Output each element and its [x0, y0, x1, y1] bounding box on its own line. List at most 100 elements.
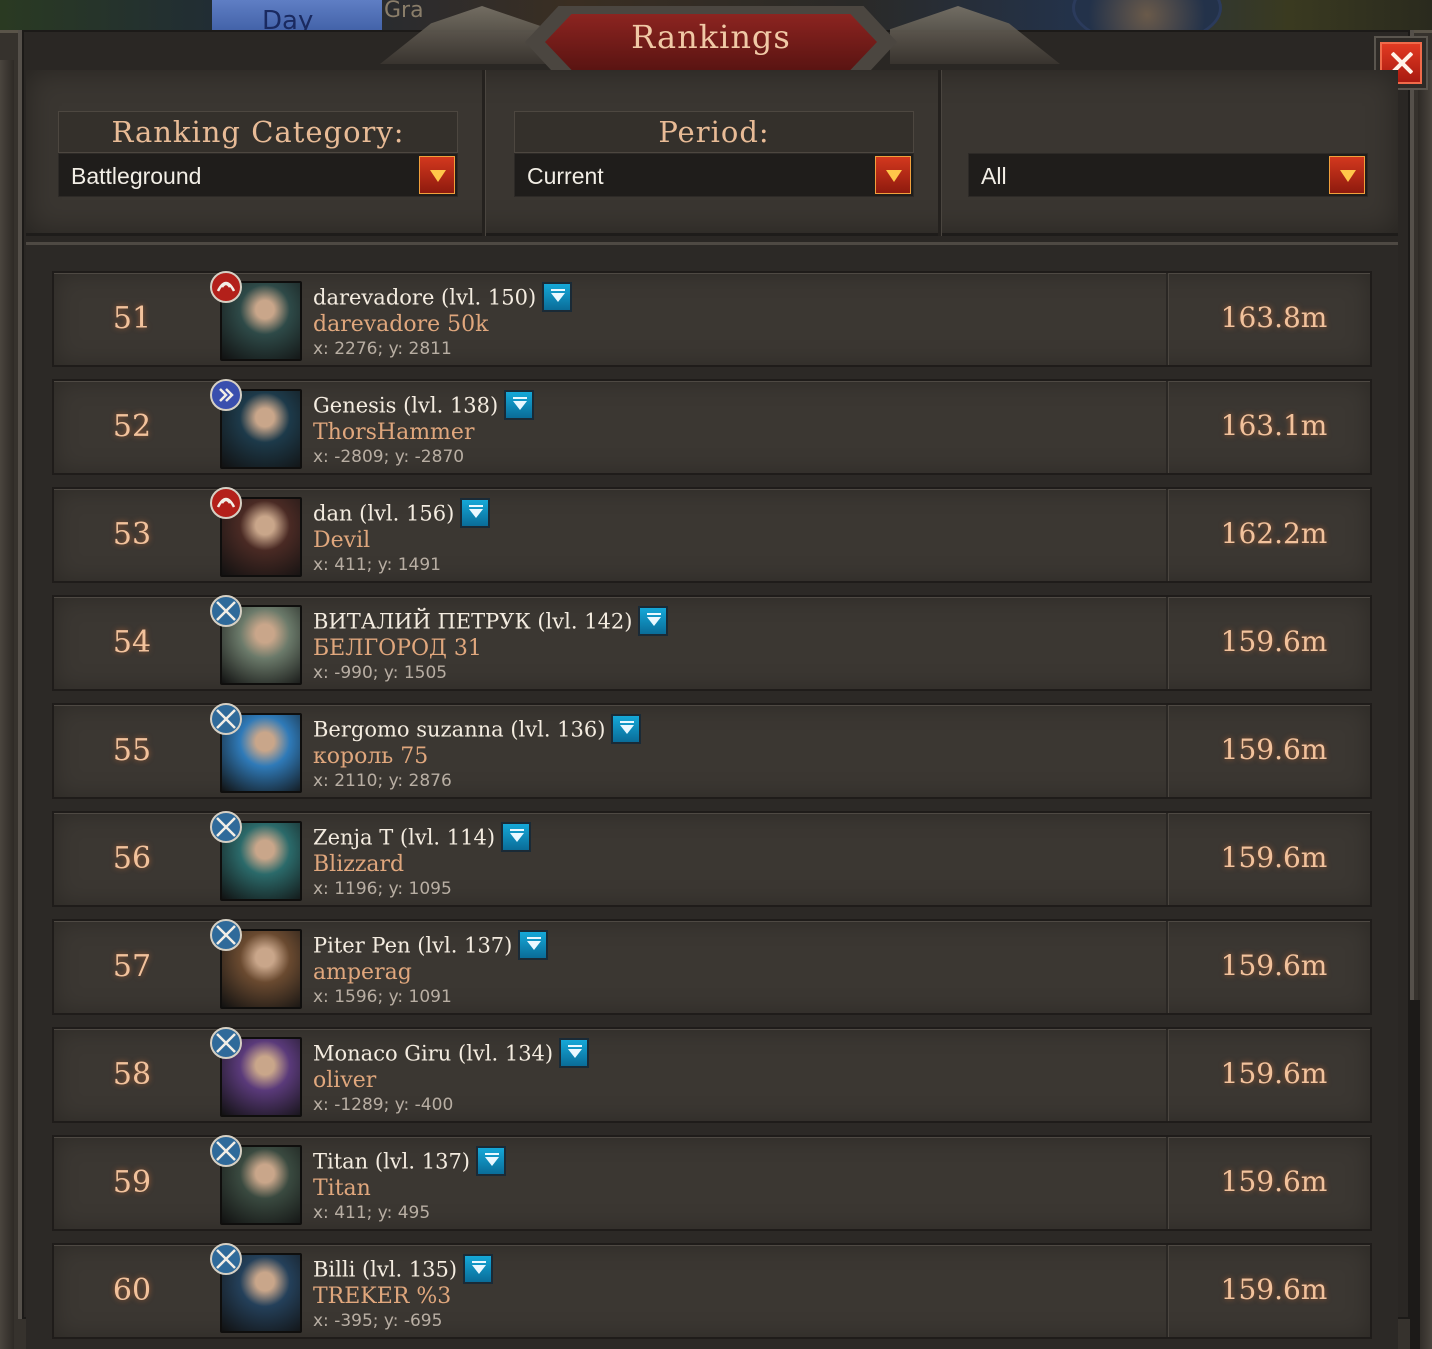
player-options-dropdown-icon[interactable]: [501, 822, 532, 852]
player-coordinates: x: 2276; y: 2811: [313, 339, 452, 359]
alliance-name: amperag: [313, 960, 412, 985]
scrollbar[interactable]: [1410, 1000, 1420, 1349]
rank-number: 58: [112, 1057, 152, 1092]
table-row[interactable]: 57 Piter Pen (lvl. 137) amperag x: 1596;…: [52, 919, 1372, 1015]
player-coordinates: x: -395; y: -695: [313, 1311, 443, 1331]
rankings-screen: Day Gra Rankings Ranking Category: Battl…: [0, 0, 1432, 1349]
player-name: Zenja T (lvl. 114): [313, 822, 532, 854]
dropdown-arrow-icon[interactable]: [875, 156, 911, 194]
alliance-name: darevadore 50k: [313, 312, 489, 337]
alliance-name: Devil: [313, 528, 371, 553]
alliance-name: Titan: [313, 1176, 371, 1201]
table-row[interactable]: 53 dan (lvl. 156) Devil x: 411; y: 1491 …: [52, 487, 1372, 583]
rank-number: 55: [112, 733, 152, 768]
player-options-dropdown-icon[interactable]: [638, 606, 669, 636]
ranking-score: 159.6m: [1220, 1273, 1328, 1306]
ranking-score: 163.1m: [1220, 409, 1328, 442]
crossed-swords-badge-icon: [208, 1133, 244, 1169]
filter-bar: Ranking Category: Battleground Period: C…: [26, 70, 1398, 236]
rank-number: 59: [112, 1165, 152, 1200]
score-divider: [1166, 273, 1168, 365]
crossed-swords-badge-icon: [208, 809, 244, 845]
period-select[interactable]: Current: [514, 153, 914, 197]
player-name: ВИТАЛИЙ ПЕТРУК (lvl. 142): [313, 606, 669, 638]
player-name: darevadore (lvl. 150): [313, 282, 573, 314]
rank-number: 60: [112, 1273, 152, 1308]
dropdown-arrow-icon[interactable]: [419, 156, 455, 194]
score-divider: [1166, 489, 1168, 581]
ranking-score: 159.6m: [1220, 949, 1328, 982]
filter-divider: [938, 70, 941, 236]
rank-number: 51: [112, 301, 152, 336]
period-label: Period:: [514, 111, 914, 153]
table-row[interactable]: 59 Titan (lvl. 137) Titan x: 411; y: 495…: [52, 1135, 1372, 1231]
ranking-score: 159.6m: [1220, 1057, 1328, 1090]
dragon-wing-right-icon: [890, 6, 1060, 64]
crossed-swords-badge-icon: [208, 593, 244, 629]
score-divider: [1166, 1137, 1168, 1229]
table-row[interactable]: 56 Zenja T (lvl. 114) Blizzard x: 1196; …: [52, 811, 1372, 907]
player-name-text: Titan (lvl. 137): [313, 1149, 470, 1174]
player-options-dropdown-icon[interactable]: [518, 930, 549, 960]
table-row[interactable]: 52 Genesis (lvl. 138) ThorsHammer x: -28…: [52, 379, 1372, 475]
score-divider: [1166, 1029, 1168, 1121]
player-options-dropdown-icon[interactable]: [559, 1038, 590, 1068]
player-options-dropdown-icon[interactable]: [476, 1146, 506, 1176]
player-name-text: dan (lvl. 156): [313, 501, 455, 526]
scope-label-spacer: [968, 111, 1368, 153]
player-coordinates: x: 411; y: 1491: [313, 555, 441, 575]
player-coordinates: x: -2809; y: -2870: [313, 447, 465, 467]
alliance-name: БЕЛГОРОД 31: [313, 636, 482, 661]
ranking-score: 163.8m: [1220, 301, 1328, 334]
alliance-name: oliver: [313, 1068, 377, 1093]
ranking-score: 159.6m: [1220, 841, 1328, 874]
ranking-score: 162.2m: [1220, 517, 1328, 550]
ranking-category-filter: Ranking Category: Battleground: [58, 111, 458, 199]
player-options-dropdown-icon[interactable]: [504, 390, 535, 420]
player-name: Billi (lvl. 135): [313, 1254, 494, 1286]
rank-number: 54: [112, 625, 152, 660]
player-name: Genesis (lvl. 138): [313, 390, 535, 422]
player-name-text: Genesis (lvl. 138): [313, 393, 499, 418]
rank-number: 52: [112, 409, 152, 444]
table-row[interactable]: 58 Monaco Giru (lvl. 134) oliver x: -128…: [52, 1027, 1372, 1123]
ranking-score: 159.6m: [1220, 733, 1328, 766]
player-name-text: ВИТАЛИЙ ПЕТРУК (lvl. 142): [313, 609, 633, 634]
crossed-swords-badge-icon: [208, 1025, 244, 1061]
shield-rune-badge-icon: [208, 377, 244, 413]
ranking-category-select[interactable]: Battleground: [58, 153, 458, 197]
player-options-dropdown-icon[interactable]: [542, 282, 573, 312]
alliance-name: ThorsHammer: [313, 420, 475, 445]
player-name-text: Billi (lvl. 135): [313, 1257, 458, 1282]
table-row[interactable]: 55 Bergomo suzanna (lvl. 136) король 75 …: [52, 703, 1372, 799]
page-title: Rankings: [631, 18, 791, 56]
rank-number: 57: [112, 949, 152, 984]
table-row[interactable]: 51 darevadore (lvl. 150) darevadore 50k …: [52, 271, 1372, 367]
table-row[interactable]: 60 Billi (lvl. 135) TREKER %3 x: -395; y…: [52, 1243, 1372, 1339]
rankings-list: 51 darevadore (lvl. 150) darevadore 50k …: [26, 242, 1398, 1349]
player-name: Bergomo suzanna (lvl. 136): [313, 714, 642, 746]
period-filter: Period: Current: [514, 111, 914, 199]
player-name-text: Zenja T (lvl. 114): [313, 825, 496, 850]
score-divider: [1166, 597, 1168, 689]
score-divider: [1166, 381, 1168, 473]
scope-select[interactable]: All: [968, 153, 1368, 197]
player-name-text: darevadore (lvl. 150): [313, 285, 537, 310]
player-name-text: Monaco Giru (lvl. 134): [313, 1041, 554, 1066]
table-row[interactable]: 54 ВИТАЛИЙ ПЕТРУК (lvl. 142) БЕЛГОРОД 31…: [52, 595, 1372, 691]
dropdown-arrow-icon[interactable]: [1329, 156, 1365, 194]
rank-number: 56: [112, 841, 152, 876]
ranking-score: 159.6m: [1220, 1165, 1328, 1198]
score-divider: [1166, 921, 1168, 1013]
player-options-dropdown-icon[interactable]: [463, 1254, 494, 1284]
ranking-category-label: Ranking Category:: [58, 111, 458, 153]
crossed-swords-badge-icon: [208, 701, 244, 737]
score-divider: [1166, 705, 1168, 797]
scope-value: All: [981, 163, 1007, 189]
player-options-dropdown-icon[interactable]: [460, 498, 491, 528]
player-coordinates: x: 411; y: 495: [313, 1203, 431, 1223]
alliance-name: TREKER %3: [313, 1284, 452, 1309]
player-options-dropdown-icon[interactable]: [611, 714, 642, 744]
filter-divider: [482, 70, 485, 236]
rank-number: 53: [112, 517, 152, 552]
